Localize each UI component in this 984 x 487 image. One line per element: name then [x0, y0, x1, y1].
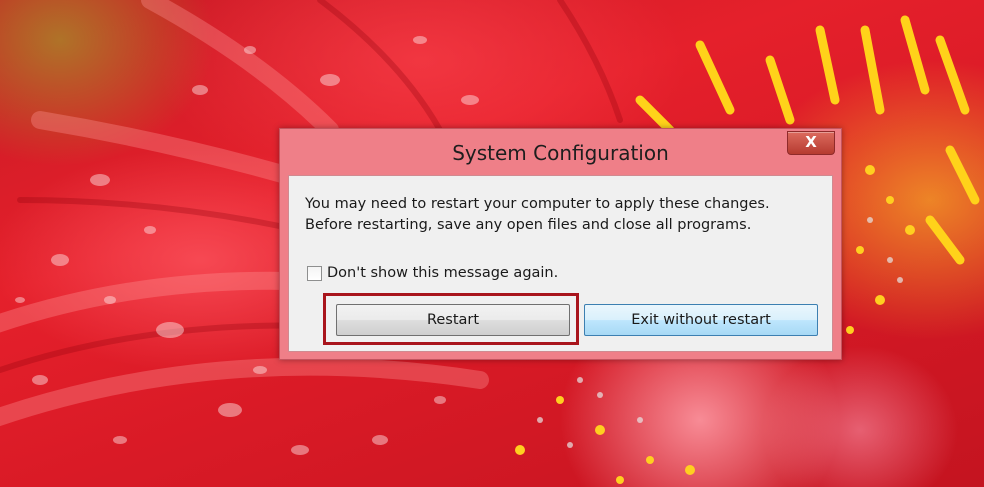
dont-show-again-label[interactable]: Don't show this message again.: [327, 265, 558, 281]
dialog-body: You may need to restart your computer to…: [288, 175, 833, 352]
dont-show-again-checkbox[interactable]: [307, 265, 322, 281]
message-line-1: You may need to restart your computer to…: [305, 196, 770, 212]
close-button[interactable]: X: [787, 131, 835, 155]
dialog-title: System Configuration: [452, 141, 669, 165]
dialog-title-bar[interactable]: System Configuration X: [280, 129, 841, 175]
dialog-message: You may need to restart your computer to…: [305, 194, 825, 236]
system-configuration-dialog: System Configuration X You may need to r…: [279, 128, 842, 360]
close-icon: X: [805, 133, 817, 151]
dont-show-again-option[interactable]: Don't show this message again.: [307, 264, 558, 282]
message-line-2: Before restarting, save any open files a…: [305, 217, 752, 233]
restart-button[interactable]: Restart: [336, 304, 570, 336]
exit-without-restart-button[interactable]: Exit without restart: [584, 304, 818, 336]
